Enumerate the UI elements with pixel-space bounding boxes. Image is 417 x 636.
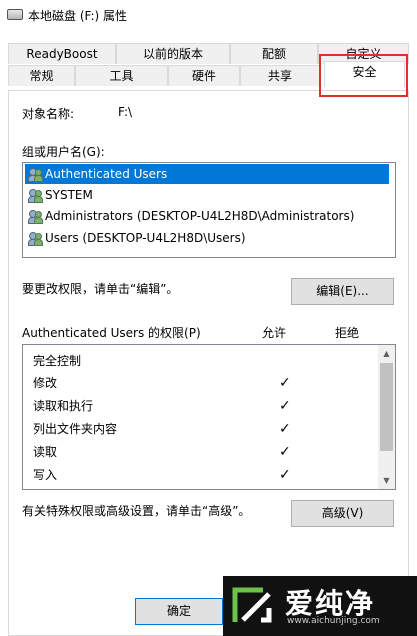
table-row: 完全控制	[33, 351, 373, 371]
scroll-up-icon[interactable]: ▲	[378, 345, 395, 362]
brand-url: www.aichunjing.com	[287, 616, 380, 626]
deny-header: 拒绝	[335, 326, 360, 340]
scroll-down-icon[interactable]: ▼	[378, 472, 395, 489]
tab-tools[interactable]: 工具	[75, 65, 168, 86]
tab-quota[interactable]: 配额	[230, 43, 318, 64]
edit-button[interactable]: 编辑(E)...	[291, 278, 394, 305]
permissions-list[interactable]: 完全控制 修改 ✓ 读取和执行 ✓ 列出文件夹内容 ✓ 读取 ✓ 写入 ✓ ▲ …	[22, 344, 396, 490]
permission-name: 列出文件夹内容	[33, 422, 118, 436]
advanced-button[interactable]: 高级(V)	[291, 500, 394, 527]
highlight-box	[319, 54, 408, 97]
tab-previous-versions[interactable]: 以前的版本	[116, 43, 230, 64]
allow-check-icon: ✓	[279, 444, 291, 460]
permission-name: 写入	[33, 468, 58, 482]
table-row: 列出文件夹内容 ✓	[33, 419, 373, 439]
permissions-header: Authenticated Users 的权限(P)	[22, 326, 201, 340]
tab-sharing[interactable]: 共享	[240, 65, 320, 86]
list-item[interactable]: Administrators (DESKTOP-U4L2H8D\Administ…	[25, 206, 358, 226]
title-bar: 本地磁盘 (F:) 属性	[0, 0, 417, 30]
ok-button[interactable]: 确定	[135, 598, 223, 625]
brand-logo-icon	[232, 587, 272, 623]
scroll-thumb[interactable]	[380, 363, 393, 451]
window-title: 本地磁盘 (F:) 属性	[28, 9, 128, 23]
users-icon	[28, 167, 43, 182]
watermark: 爱纯净 www.aichunjing.com	[223, 576, 417, 636]
advanced-text: 有关特殊权限或高级设置，请单击“高级”。	[22, 504, 251, 518]
permission-name: 读取	[33, 445, 58, 459]
allow-check-icon: ✓	[279, 398, 291, 414]
table-row: 读取和执行 ✓	[33, 396, 373, 416]
permission-name: 读取和执行	[33, 399, 94, 413]
allow-check-icon: ✓	[279, 375, 291, 391]
list-item[interactable]: SYSTEM	[25, 185, 97, 205]
tab-general[interactable]: 常规	[8, 65, 75, 86]
user-name: Administrators (DESKTOP-U4L2H8D\Administ…	[45, 209, 355, 223]
groups-label: 组或用户名(G):	[22, 145, 105, 159]
table-row: 写入 ✓	[33, 465, 373, 485]
users-icon	[28, 231, 43, 246]
allow-check-icon: ✓	[279, 421, 291, 437]
permission-name: 完全控制	[33, 354, 82, 368]
list-item[interactable]: Users (DESKTOP-U4L2H8D\Users)	[25, 228, 250, 248]
tab-hardware[interactable]: 硬件	[168, 65, 240, 86]
user-name: Users (DESKTOP-U4L2H8D\Users)	[45, 231, 246, 245]
user-name: Authenticated Users	[45, 167, 168, 181]
users-icon	[28, 188, 43, 203]
object-name-label: 对象名称:	[22, 107, 75, 121]
list-item[interactable]: Authenticated Users	[25, 164, 389, 184]
scrollbar[interactable]: ▲ ▼	[378, 345, 395, 489]
users-listbox[interactable]: Authenticated Users SYSTEM Administrator…	[22, 162, 396, 258]
drive-icon	[7, 9, 23, 20]
table-row: 读取 ✓	[33, 442, 373, 462]
table-row: 修改 ✓	[33, 373, 373, 393]
allow-header: 允许	[262, 326, 287, 340]
user-name: SYSTEM	[45, 188, 93, 202]
permission-name: 修改	[33, 376, 58, 390]
tab-readyboost[interactable]: ReadyBoost	[8, 43, 116, 64]
users-icon	[28, 209, 43, 224]
object-name-value: F:\	[118, 105, 133, 119]
change-permissions-text: 要更改权限，请单击“编辑”。	[22, 282, 179, 296]
allow-check-icon: ✓	[279, 467, 291, 483]
